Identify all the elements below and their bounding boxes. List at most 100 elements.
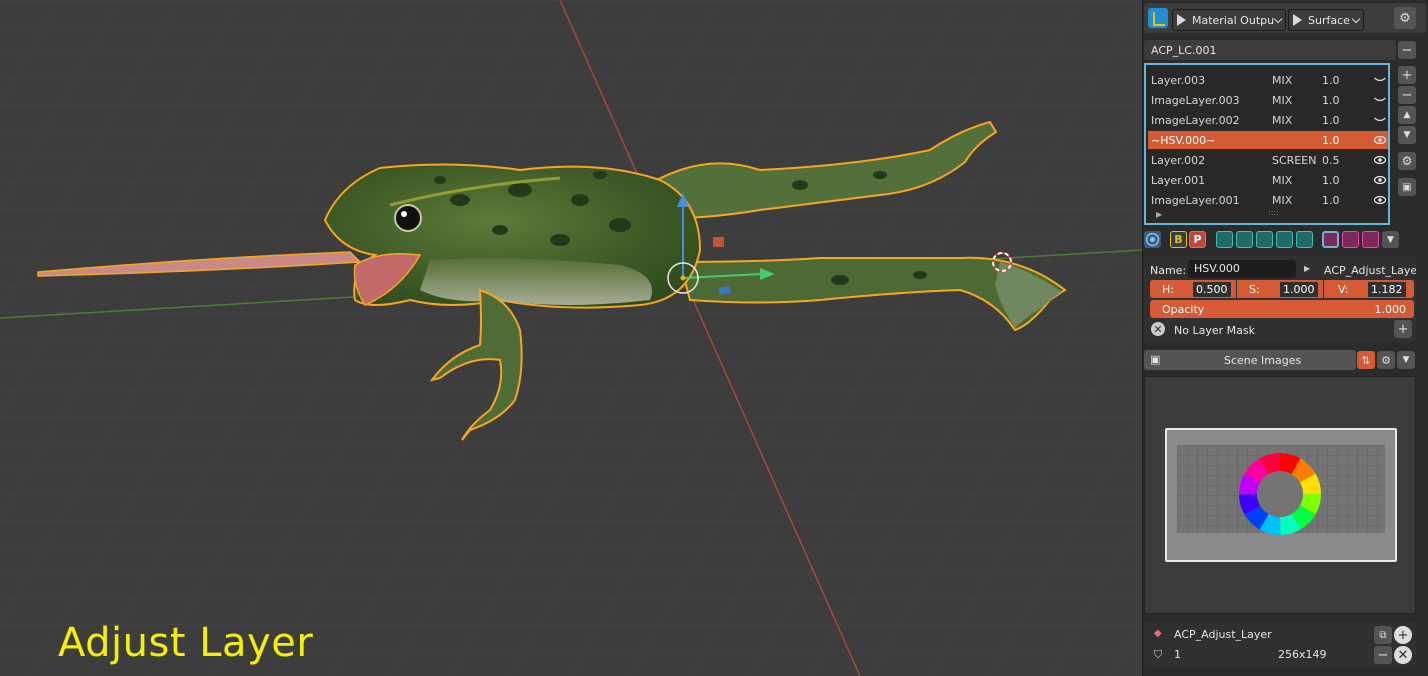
add-mask-button[interactable]: +	[1394, 320, 1412, 338]
image-settings-button[interactable]: ⚙	[1377, 351, 1395, 369]
list-resize-grip[interactable]: ::::	[1268, 208, 1279, 217]
transform-icon[interactable]	[1362, 231, 1379, 248]
layer-name: Layer.002	[1151, 153, 1206, 167]
layer-name: ImageLayer.001	[1151, 193, 1240, 207]
paint-button[interactable]: P	[1189, 231, 1206, 248]
layer-opacity[interactable]: 1.0	[1322, 194, 1340, 207]
layer-row[interactable]: ImageLayer.002 MIX 1.0	[1148, 111, 1388, 129]
delete-image-button[interactable]: ✕	[1394, 646, 1412, 664]
gradient-icon[interactable]	[1236, 231, 1253, 248]
gear-icon: ⚙	[1401, 154, 1413, 168]
layer-row[interactable]: Layer.003 MIX 1.0	[1148, 71, 1388, 89]
eye-closed-icon[interactable]	[1374, 75, 1386, 85]
close-icon[interactable]: ✕	[1151, 322, 1165, 336]
play-icon[interactable]: ▶	[1304, 264, 1310, 273]
add-image-button[interactable]: +	[1394, 626, 1412, 644]
chevron-down-icon	[1351, 14, 1361, 24]
node-header: Material Outpu Surface ⚙	[1144, 3, 1426, 33]
layer-name-field[interactable]: HSV.000	[1188, 260, 1296, 278]
layer-row[interactable]: Layer.001 MIX 1.0	[1148, 171, 1388, 189]
eye-icon[interactable]	[1374, 155, 1386, 165]
layer-row[interactable]: ~HSV.000~ 1.0	[1148, 131, 1388, 149]
refresh-images-button[interactable]: ⇅	[1357, 351, 1375, 369]
uv-icon[interactable]	[1296, 231, 1313, 248]
chevron-down-icon: ▼	[1402, 355, 1410, 365]
layer-opacity[interactable]: 1.0	[1322, 114, 1340, 127]
more-dropdown-button[interactable]: ▼	[1382, 231, 1399, 248]
layer-blend-mode[interactable]: MIX	[1272, 74, 1292, 87]
output-target-select[interactable]: Surface	[1288, 9, 1364, 31]
floor-grid	[0, 0, 1142, 676]
saturation-field[interactable]: S: 1.000	[1237, 280, 1323, 298]
node-group-name[interactable]: ACP_Adjust_Laye	[1324, 264, 1416, 277]
layer-blend-mode[interactable]: MIX	[1272, 94, 1292, 107]
new-image-button[interactable]: ⧉	[1374, 626, 1392, 644]
gizmo-plane-handle	[713, 237, 724, 247]
eye-icon[interactable]	[1374, 175, 1386, 185]
layer-name: ImageLayer.002	[1151, 113, 1240, 127]
blend-button[interactable]: B	[1170, 231, 1187, 248]
layer-blend-mode[interactable]: MIX	[1272, 194, 1292, 207]
layer-list: Layer.003 MIX 1.0 ImageLayer.003 MIX 1.0 Image…	[1144, 63, 1390, 225]
layer-blend-mode[interactable]: MIX	[1272, 114, 1292, 127]
node-tree-icon[interactable]	[1148, 8, 1168, 28]
gear-icon: ⚙	[1381, 353, 1391, 367]
move-up-button[interactable]: ▲	[1398, 106, 1416, 124]
layer-row[interactable]: Layer.002 SCREEN 0.5	[1148, 151, 1388, 169]
remove-layer-button[interactable]: −	[1398, 86, 1416, 104]
layer-name: Layer.003	[1151, 73, 1206, 87]
color-wheel-image	[1239, 453, 1321, 535]
layer-blend-mode[interactable]: SCREEN	[1272, 154, 1316, 167]
output-node-select[interactable]: Material Outpu	[1172, 9, 1286, 31]
visibility-toggle-button[interactable]	[1144, 231, 1161, 248]
3d-viewport[interactable]: Adjust Layer	[0, 0, 1142, 676]
layer-name: ~HSV.000~	[1151, 133, 1216, 147]
image-icon: ▣	[1402, 181, 1412, 193]
layer-blend-mode[interactable]: MIX	[1272, 174, 1292, 187]
layer-opacity[interactable]: 1.0	[1322, 74, 1340, 87]
add-layer-button[interactable]: +	[1398, 66, 1416, 84]
settings-button[interactable]: ⚙	[1394, 7, 1416, 29]
images-dropdown-button[interactable]: ▼	[1397, 351, 1415, 369]
eye-closed-icon[interactable]	[1374, 115, 1386, 125]
play-icon	[1293, 14, 1302, 26]
layer-properties: Name: HSV.000 ▶ ACP_Adjust_Laye H: 0.500…	[1144, 256, 1416, 342]
eye-closed-icon[interactable]	[1374, 95, 1386, 105]
viewport-canvas	[0, 0, 1142, 676]
shield-icon: ⛉	[1154, 648, 1163, 661]
opacity-slider[interactable]: Opacity 1.000	[1150, 300, 1414, 318]
image-preview-panel[interactable]	[1144, 376, 1416, 614]
layer-row[interactable]: ImageLayer.003 MIX 1.0	[1148, 91, 1388, 109]
overlay-title: Adjust Layer	[58, 620, 314, 666]
hue-field[interactable]: H: 0.500	[1150, 280, 1236, 298]
image-thumbnail[interactable]	[1165, 428, 1397, 562]
material-remove-button[interactable]: −	[1398, 41, 1416, 59]
checker-icon[interactable]	[1342, 231, 1359, 248]
sync-icon: ⇅	[1361, 353, 1371, 367]
camera-icon[interactable]	[1216, 231, 1233, 248]
layer-opacity[interactable]: 1.0	[1322, 94, 1340, 107]
cube-icon[interactable]	[1276, 231, 1293, 248]
material-slot[interactable]: ACP_LC.001	[1144, 40, 1396, 60]
layer-name: ImageLayer.003	[1151, 93, 1240, 107]
layer-settings-button[interactable]: ⚙	[1398, 152, 1416, 170]
layer-opacity[interactable]: 1.0	[1322, 174, 1340, 187]
move-down-button[interactable]: ▼	[1398, 126, 1416, 144]
eye-icon[interactable]	[1374, 135, 1386, 145]
expand-icon[interactable]: ▶	[1156, 210, 1162, 219]
eye-icon[interactable]	[1374, 195, 1386, 205]
layer-opacity[interactable]: 0.5	[1322, 154, 1340, 167]
frog-eye	[394, 204, 422, 232]
gear-icon: ⚙	[1399, 10, 1411, 26]
image-datablock-icon: ◆	[1154, 628, 1162, 639]
play-icon	[1177, 14, 1186, 26]
layer-name: Layer.001	[1151, 173, 1206, 187]
layer-opacity[interactable]: 1.0	[1322, 134, 1340, 147]
scene-images-select[interactable]: ▣ Scene Images	[1144, 350, 1356, 370]
unlink-image-button[interactable]: −	[1374, 646, 1392, 664]
layer-row[interactable]: ImageLayer.001 MIX 1.0	[1148, 191, 1388, 209]
bake-button[interactable]: ▣	[1398, 178, 1416, 196]
adjust-layer-icon[interactable]	[1322, 231, 1339, 248]
value-field[interactable]: V: 1.182	[1324, 280, 1414, 298]
frame-icon[interactable]	[1256, 231, 1273, 248]
